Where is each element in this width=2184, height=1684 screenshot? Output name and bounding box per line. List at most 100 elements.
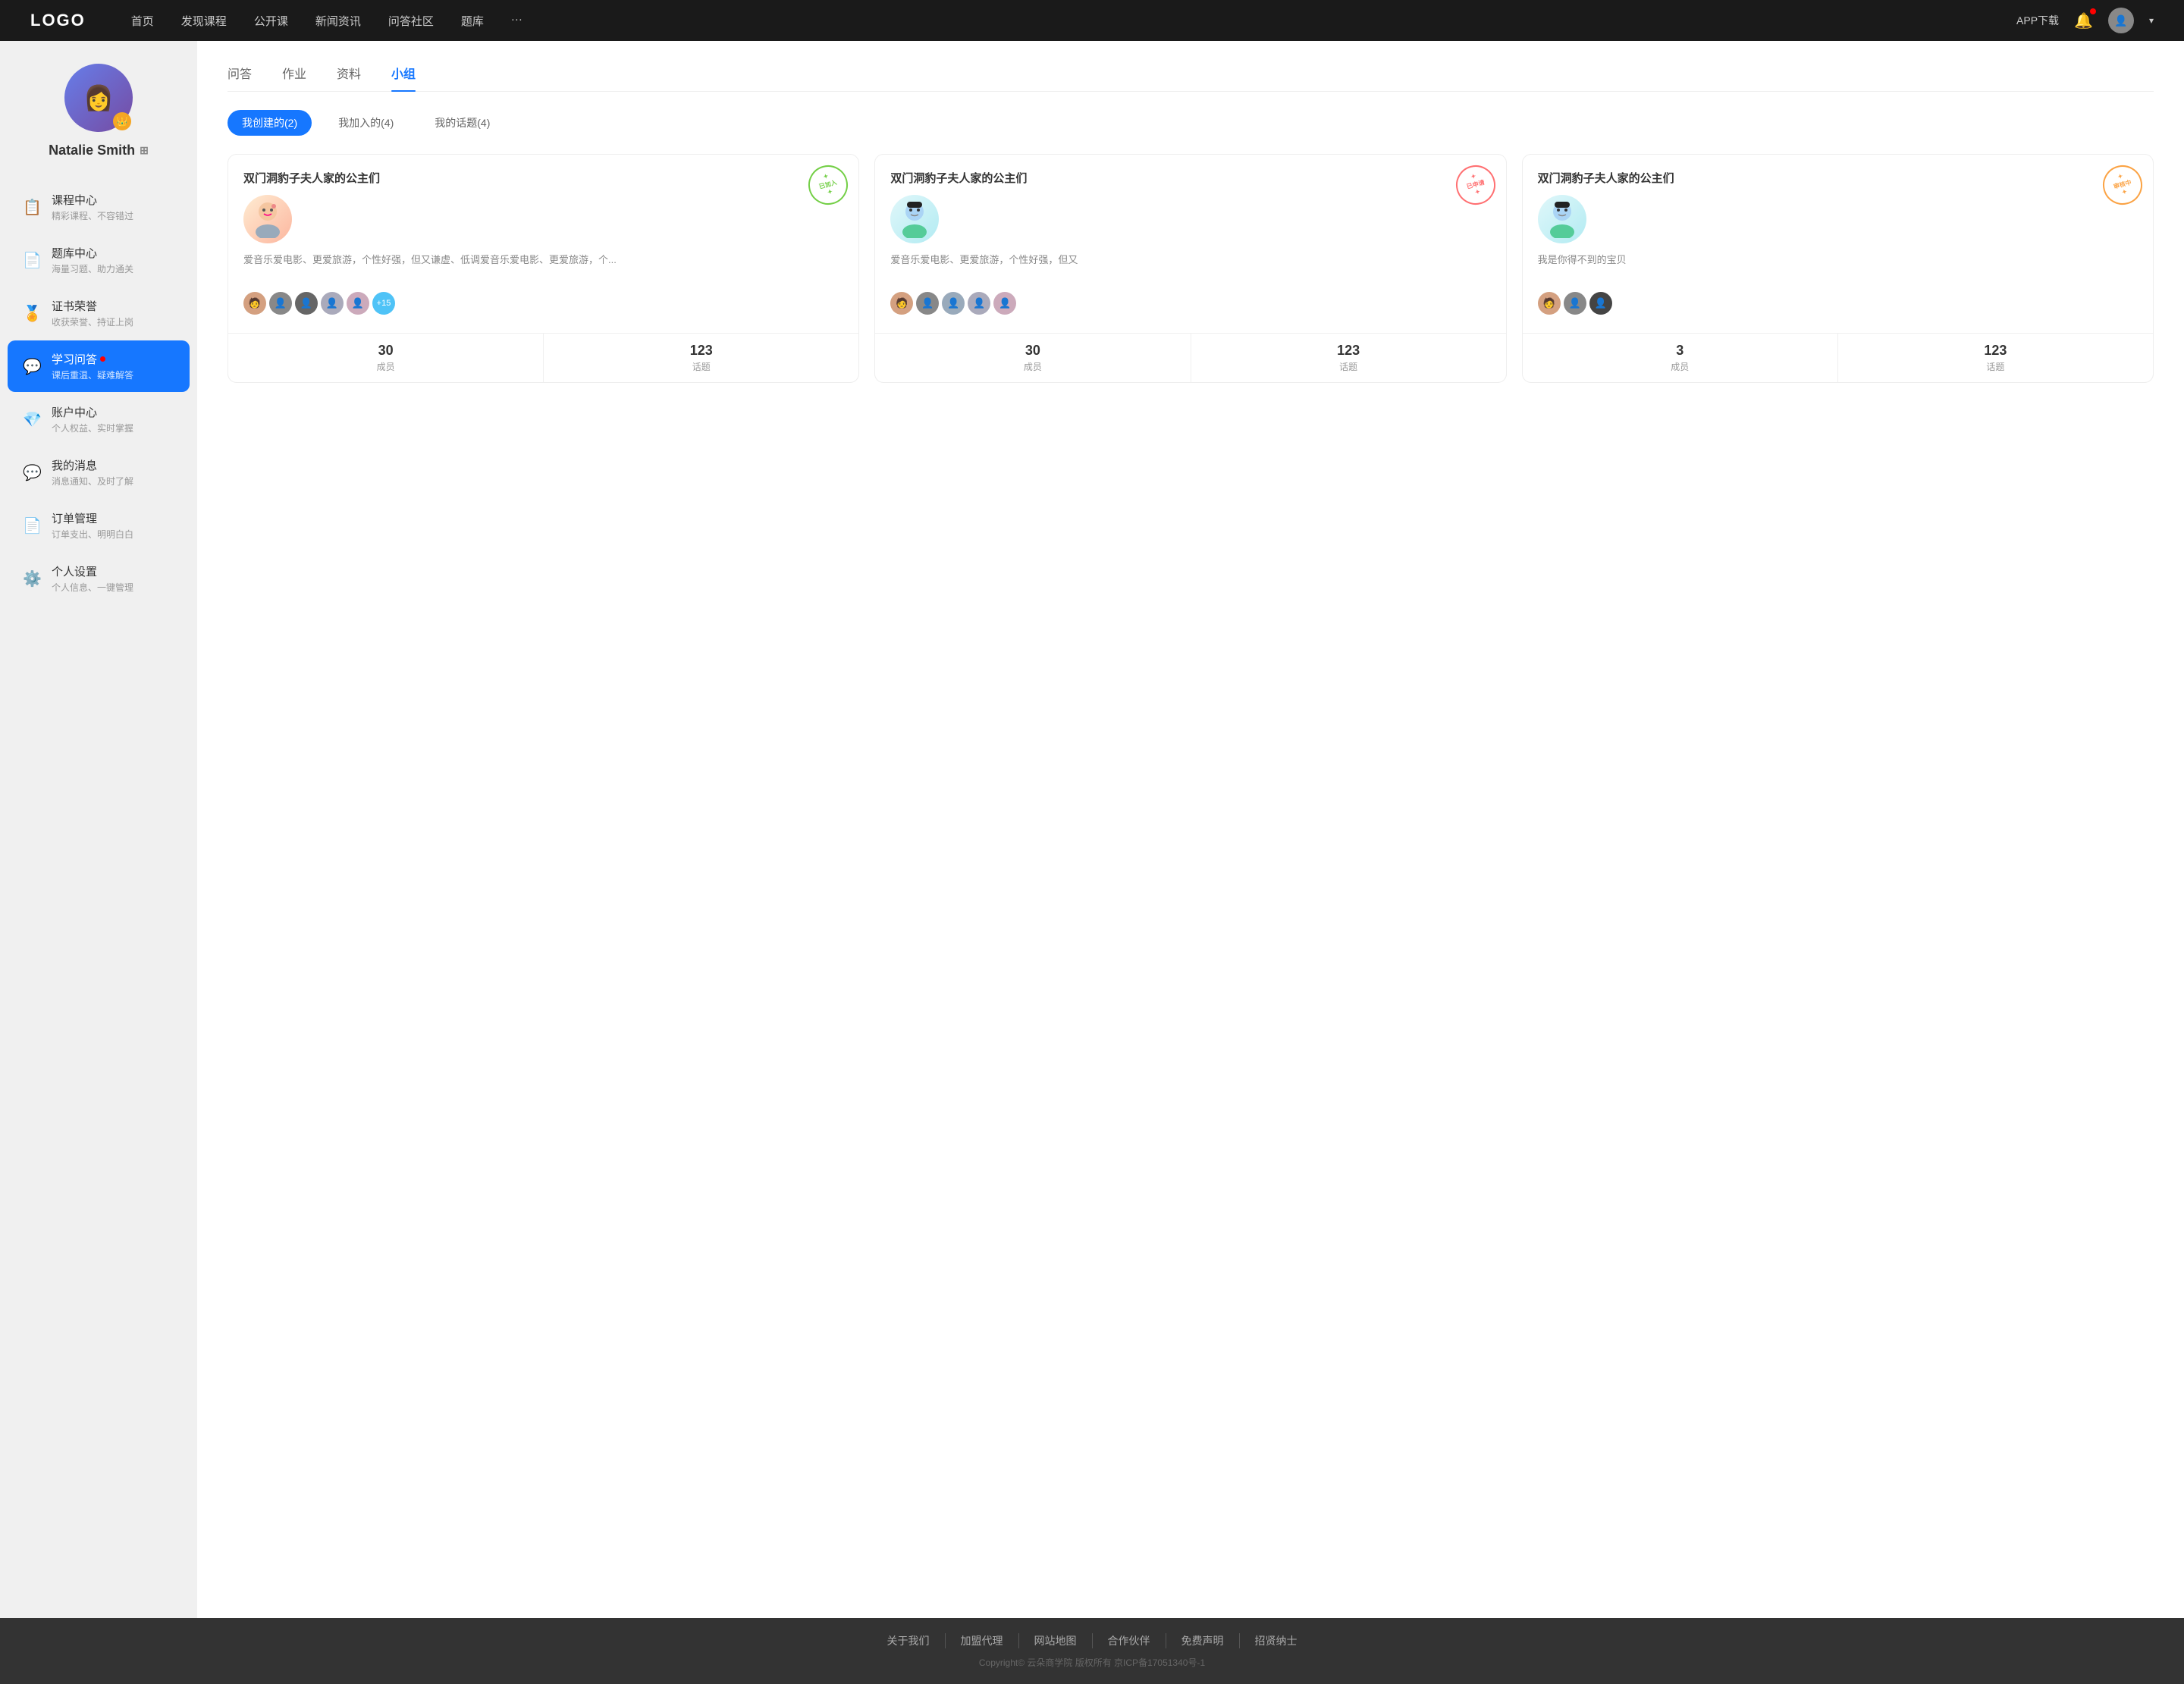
sidebar-item-orders[interactable]: 📄 订单管理 订单支出、明明白白	[8, 500, 190, 551]
nav-opencourse[interactable]: 公开课	[254, 13, 288, 29]
user-avatar[interactable]: 👤	[2108, 8, 2134, 33]
sidebar-item-settings[interactable]: ⚙️ 个人设置 个人信息、一键管理	[8, 553, 190, 604]
certificates-title: 证书荣誉	[52, 298, 174, 314]
sidebar-item-library[interactable]: 📄 题库中心 海量习题、助力通关	[8, 234, 190, 286]
footer-jobs[interactable]: 招贤纳士	[1239, 1633, 1313, 1648]
account-icon: 💎	[23, 410, 41, 429]
edit-icon[interactable]: ⊞	[140, 144, 149, 157]
card-2-avatar	[890, 195, 939, 243]
tab-materials[interactable]: 资料	[337, 64, 361, 91]
notification-bell[interactable]: 🔔	[2074, 11, 2093, 30]
sidebar-profile: 👩 👑 Natalie Smith ⊞	[49, 64, 149, 158]
member-avatar: 👤	[321, 292, 344, 315]
sidebar-item-courses[interactable]: 📋 课程中心 精彩课程、不容错过	[8, 181, 190, 233]
card-1-stamp: ✦已加入✦	[804, 161, 852, 209]
qa-icon: 💬	[23, 357, 41, 376]
sub-tab-created[interactable]: 我创建的(2)	[228, 110, 312, 136]
certificates-sub: 收获荣誉、持证上岗	[52, 315, 174, 328]
member-avatar: 🧑	[243, 292, 266, 315]
member-avatar: 👤	[347, 292, 369, 315]
groups-grid: 双门洞豹子夫人家的公主们 ✦已加入✦	[228, 154, 2154, 383]
courses-icon: 📋	[23, 198, 41, 217]
footer-copyright: Copyright© 云朵商学院 版权所有 京ICP备17051340号-1	[0, 1656, 2184, 1669]
nav-news[interactable]: 新闻资讯	[315, 13, 361, 29]
footer-about[interactable]: 关于我们	[872, 1633, 945, 1648]
card-2-stamp: ✦已申请✦	[1451, 161, 1500, 209]
card-1-title: 双门洞豹子夫人家的公主们	[243, 170, 843, 186]
bell-badge	[2090, 8, 2096, 14]
sub-tabs-row: 我创建的(2) 我加入的(4) 我的话题(4)	[228, 110, 2154, 136]
member-more: +15	[372, 292, 395, 315]
main-nav: 首页 发现课程 公开课 新闻资讯 问答社区 题库 ···	[131, 13, 2016, 29]
nav-library[interactable]: 题库	[461, 13, 484, 29]
card-1-avatar	[243, 195, 292, 243]
bell-icon: 🔔	[2074, 13, 2093, 30]
messages-icon: 💬	[23, 463, 41, 482]
tab-groups[interactable]: 小组	[391, 64, 416, 91]
sidebar-item-certificates[interactable]: 🏅 证书荣誉 收获荣誉、持证上岗	[8, 287, 190, 339]
group-card-1[interactable]: 双门洞豹子夫人家的公主们 ✦已加入✦	[228, 154, 859, 383]
header-right: APP下载 🔔 👤 ▾	[2016, 8, 2154, 33]
sidebar-menu: 📋 课程中心 精彩课程、不容错过 📄 题库中心 海量习题、助力通关 🏅 证书荣誉…	[0, 181, 197, 606]
footer-franchise[interactable]: 加盟代理	[945, 1633, 1018, 1648]
tabs-row: 问答 作业 资料 小组	[228, 64, 2154, 92]
card-3-members: 🧑 👤 👤	[1538, 292, 2138, 315]
sidebar-item-account[interactable]: 💎 账户中心 个人权益、实时掌握	[8, 394, 190, 445]
library-icon: 📄	[23, 251, 41, 270]
card-3-header: 双门洞豹子夫人家的公主们 ✦审核中✦	[1523, 155, 2153, 333]
member-avatar: 👤	[295, 292, 318, 315]
card-2-topic-count: 123 话题	[1191, 334, 1506, 382]
courses-title: 课程中心	[52, 192, 174, 208]
footer: 关于我们 加盟代理 网站地图 合作伙伴 免费声明 招贤纳士 Copyright©…	[0, 1618, 2184, 1684]
main-content: 问答 作业 资料 小组 我创建的(2) 我加入的(4) 我的话题(4) 双门洞豹…	[197, 41, 2184, 1618]
account-title: 账户中心	[52, 404, 174, 420]
logo: LOGO	[30, 11, 86, 30]
library-title: 题库中心	[52, 245, 174, 261]
card-1-stats: 30 成员 123 话题	[228, 333, 858, 382]
group-card-2[interactable]: 双门洞豹子夫人家的公主们 ✦已申请✦	[874, 154, 1506, 383]
card-2-members: 🧑 👤 👤 👤 👤	[890, 292, 1490, 315]
card-2-title: 双门洞豹子夫人家的公主们	[890, 170, 1490, 186]
tab-qa[interactable]: 问答	[228, 64, 252, 91]
member-avatar: 👤	[1564, 292, 1586, 315]
card-1-header: 双门洞豹子夫人家的公主们 ✦已加入✦	[228, 155, 858, 333]
orders-icon: 📄	[23, 516, 41, 535]
sidebar-item-qa[interactable]: 💬 学习问答 课后重温、疑难解答	[8, 340, 190, 392]
card-1-members: 🧑 👤 👤 👤 👤 +15	[243, 292, 843, 315]
footer-disclaimer[interactable]: 免费声明	[1166, 1633, 1239, 1648]
member-avatar: 👤	[269, 292, 292, 315]
sub-tab-joined[interactable]: 我加入的(4)	[324, 110, 408, 136]
settings-sub: 个人信息、一键管理	[52, 581, 174, 594]
sub-tab-topics[interactable]: 我的话题(4)	[420, 110, 504, 136]
member-avatar: 🧑	[1538, 292, 1561, 315]
tab-homework[interactable]: 作业	[282, 64, 306, 91]
sidebar-item-messages[interactable]: 💬 我的消息 消息通知、及时了解	[8, 447, 190, 498]
orders-sub: 订单支出、明明白白	[52, 528, 174, 541]
card-3-stamp: ✦审核中✦	[2098, 161, 2147, 209]
member-avatar: 👤	[1589, 292, 1612, 315]
certificates-icon: 🏅	[23, 304, 41, 323]
chevron-down-icon[interactable]: ▾	[2149, 15, 2154, 26]
app-download[interactable]: APP下载	[2016, 13, 2059, 28]
card-3-member-count: 3 成员	[1523, 334, 1838, 382]
card-3-title: 双门洞豹子夫人家的公主们	[1538, 170, 2138, 186]
card-2-desc: 爱音乐爱电影、更爱旅游，个性好强，但又	[890, 252, 1490, 283]
vip-badge: 👑	[113, 112, 131, 130]
nav-more[interactable]: ···	[511, 13, 522, 29]
footer-sitemap[interactable]: 网站地图	[1018, 1633, 1092, 1648]
card-1-member-count: 30 成员	[228, 334, 544, 382]
nav-home[interactable]: 首页	[131, 13, 154, 29]
card-2-stats: 30 成员 123 话题	[875, 333, 1505, 382]
card-3-avatar	[1538, 195, 1586, 243]
card-2-member-count: 30 成员	[875, 334, 1191, 382]
sidebar: 👩 👑 Natalie Smith ⊞ 📋 课程中心 精彩课程、不容错过 📄 题…	[0, 41, 197, 1618]
footer-partner[interactable]: 合作伙伴	[1092, 1633, 1166, 1648]
card-3-stats: 3 成员 123 话题	[1523, 333, 2153, 382]
footer-links: 关于我们 加盟代理 网站地图 合作伙伴 免费声明 招贤纳士	[0, 1633, 2184, 1648]
nav-qa[interactable]: 问答社区	[388, 13, 434, 29]
sidebar-username: Natalie Smith ⊞	[49, 143, 149, 158]
nav-discover[interactable]: 发现课程	[181, 13, 227, 29]
messages-sub: 消息通知、及时了解	[52, 475, 174, 488]
group-card-3[interactable]: 双门洞豹子夫人家的公主们 ✦审核中✦	[1522, 154, 2154, 383]
qa-badge	[100, 356, 105, 362]
